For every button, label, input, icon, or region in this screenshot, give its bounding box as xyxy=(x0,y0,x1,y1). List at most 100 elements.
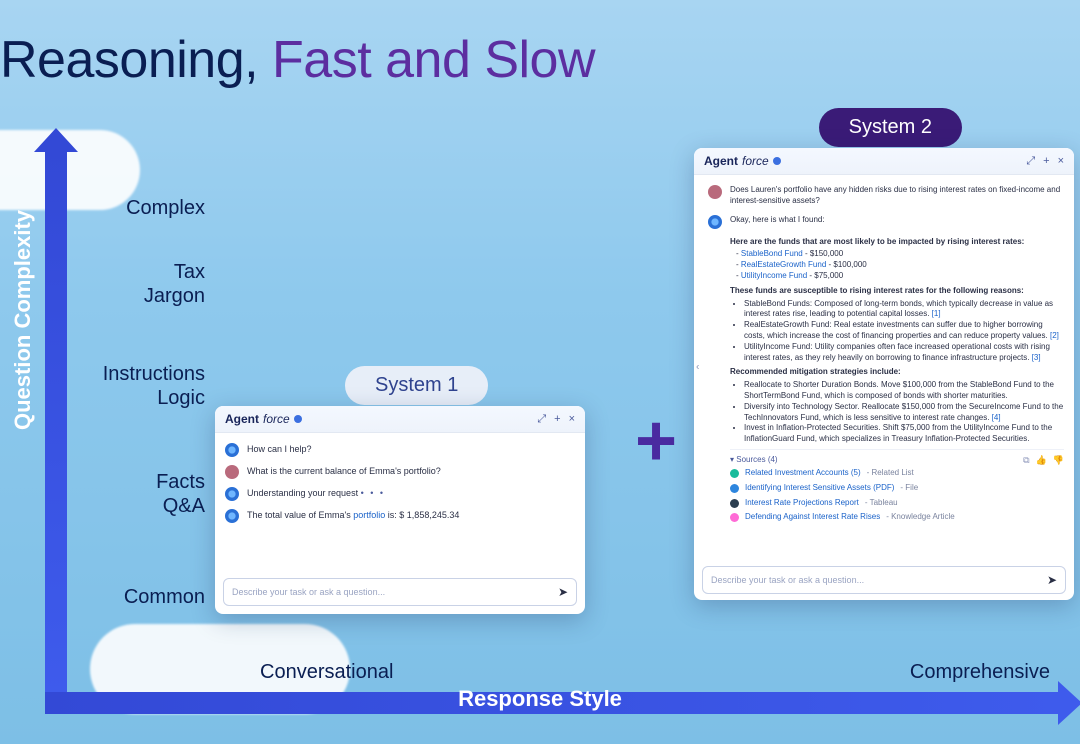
composer[interactable]: Describe your task or ask a question... … xyxy=(223,578,577,606)
section-heading: These funds are susceptible to rising in… xyxy=(730,286,1064,297)
source-type: - Knowledge Article xyxy=(886,512,954,523)
close-icon[interactable]: × xyxy=(569,413,575,426)
fund-amount: $150,000 xyxy=(810,249,843,258)
y-tick-common: Common xyxy=(75,585,205,609)
source-item[interactable]: Related Investment Accounts (5) - Relate… xyxy=(730,466,1064,481)
bot-message: How can I help? xyxy=(247,443,575,455)
chat-body: ‹ Does Lauren's portfolio have any hidde… xyxy=(694,175,1074,559)
source-name: Related Investment Accounts (5) xyxy=(745,468,861,479)
source-type: - Related List xyxy=(867,468,914,479)
x-axis-label: Response Style xyxy=(458,686,622,712)
system1-pill: System 1 xyxy=(345,366,488,405)
title-part2: Fast and Slow xyxy=(272,31,595,89)
panel-head-icons: ⤢ + × xyxy=(537,413,575,426)
portfolio-link[interactable]: portfolio xyxy=(353,510,385,520)
fund-link[interactable]: UtilityIncome Fund xyxy=(741,271,807,280)
msg-text: Understanding your request xyxy=(247,488,358,498)
source-item[interactable]: Defending Against Interest Rate Rises - … xyxy=(730,510,1064,525)
plus-small-icon[interactable]: + xyxy=(1043,155,1049,168)
fund-amount: $100,000 xyxy=(833,260,866,269)
y-axis-label: Question Complexity xyxy=(10,210,36,430)
source-item[interactable]: Interest Rate Projections Report - Table… xyxy=(730,496,1064,511)
sources-section: ▾ Sources (4) ⧉ 👍 👎 Related Investment A… xyxy=(730,449,1064,525)
bot-avatar-icon xyxy=(708,215,722,229)
feedback-icons: ⧉ 👍 👎 xyxy=(1023,454,1064,466)
list-item: UtilityIncome Fund: Utility companies of… xyxy=(744,342,1064,364)
copy-icon[interactable]: ⧉ xyxy=(1023,454,1029,466)
brand-dot-icon xyxy=(294,415,302,423)
fund-link[interactable]: RealEstateGrowth Fund xyxy=(741,260,826,269)
brand-dot-icon xyxy=(773,157,781,165)
user-avatar-icon xyxy=(225,465,239,479)
user-message: What is the current balance of Emma's po… xyxy=(247,465,575,477)
bot-intro: Okay, here is what I found: xyxy=(730,215,1064,226)
thumbs-up-icon[interactable]: 👍 xyxy=(1036,454,1047,466)
user-message: Does Lauren's portfolio have any hidden … xyxy=(730,185,1064,207)
plus-small-icon[interactable]: + xyxy=(554,413,560,426)
reason-text: StableBond Funds: Composed of long-term … xyxy=(744,299,1053,319)
send-icon[interactable]: ➤ xyxy=(558,585,568,599)
list-item: UtilityIncome Fund - $75,000 xyxy=(736,271,1064,282)
thumbs-down-icon[interactable]: 👎 xyxy=(1053,454,1064,466)
composer[interactable]: Describe your task or ask a question... … xyxy=(702,566,1066,594)
list-item: Reallocate to Shorter Duration Bonds. Mo… xyxy=(744,380,1064,402)
msg-text: is: $ 1,858,245.34 xyxy=(385,510,459,520)
sources-toggle[interactable]: ▾ Sources (4) xyxy=(730,455,778,466)
bot-message: The total value of Emma's portfolio is: … xyxy=(247,509,575,521)
system1-panel: Agent force ⤢ + × How can I help? What is… xyxy=(215,406,585,614)
plus-icon: + xyxy=(635,400,677,482)
strategy-text: Invest in Inflation-Protected Securities… xyxy=(744,423,1052,443)
collapse-chevron-icon[interactable]: ‹ xyxy=(696,362,699,373)
section-heading: Recommended mitigation strategies includ… xyxy=(730,367,1064,378)
citation-link[interactable]: [2] xyxy=(1050,331,1059,340)
brand-label: Agent force xyxy=(225,412,302,426)
strategy-text: Reallocate to Shorter Duration Bonds. Mo… xyxy=(744,380,1054,400)
y-tick-tax: TaxJargon xyxy=(75,260,205,308)
x-tick-comprehensive: Comprehensive xyxy=(910,661,1050,684)
page-title: Reasoning, Fast and Slow xyxy=(0,30,595,90)
section-heading: Here are the funds that are most likely … xyxy=(730,237,1064,248)
source-item[interactable]: Identifying Interest Sensitive Assets (P… xyxy=(730,481,1064,496)
msg-text: The total value of Emma's xyxy=(247,510,353,520)
panel-head-icons: ⤢ + × xyxy=(1026,155,1064,168)
citation-link[interactable]: [3] xyxy=(1032,353,1041,362)
bot-avatar-icon xyxy=(225,509,239,523)
bot-avatar-icon xyxy=(225,443,239,457)
chat-row: The total value of Emma's portfolio is: … xyxy=(225,505,575,527)
brand-suffix: force xyxy=(742,154,769,168)
sources-label: Sources (4) xyxy=(736,455,777,464)
brand-text: Agent xyxy=(225,412,259,426)
strategy-text: Diversify into Technology Sector. Reallo… xyxy=(744,402,1063,422)
reason-text: RealEstateGrowth Fund: Real estate inves… xyxy=(744,320,1048,340)
expand-icon[interactable]: ⤢ xyxy=(1026,155,1035,168)
user-avatar-icon xyxy=(708,185,722,199)
y-tick-instructions: InstructionsLogic xyxy=(75,362,205,410)
composer-placeholder: Describe your task or ask a question... xyxy=(711,575,864,585)
source-dot-icon xyxy=(730,484,739,493)
reasons-list: StableBond Funds: Composed of long-term … xyxy=(744,299,1064,364)
list-item: RealEstateGrowth Fund - $100,000 xyxy=(736,260,1064,271)
list-item: RealEstateGrowth Fund: Real estate inves… xyxy=(744,320,1064,342)
y-tick-complex: Complex xyxy=(75,196,205,220)
fund-link[interactable]: StableBond Fund xyxy=(741,249,803,258)
panel-header: Agentforce ⤢ + × xyxy=(694,148,1074,175)
chat-row: Understanding your request • • • xyxy=(225,483,575,505)
list-item: StableBond Funds: Composed of long-term … xyxy=(744,299,1064,321)
y-axis-arrow-icon xyxy=(45,150,67,695)
source-type: - Tableau xyxy=(865,498,898,509)
system2-panel: Agentforce ⤢ + × ‹ Does Lauren's portfol… xyxy=(694,148,1074,600)
chat-row: What is the current balance of Emma's po… xyxy=(225,461,575,483)
citation-link[interactable]: [4] xyxy=(992,413,1001,422)
source-type: - File xyxy=(900,483,918,494)
source-name: Defending Against Interest Rate Rises xyxy=(745,512,880,523)
bot-body: Here are the funds that are most likely … xyxy=(730,237,1064,526)
citation-link[interactable]: [1] xyxy=(932,309,941,318)
chat-body: How can I help? What is the current bala… xyxy=(215,433,585,533)
sources-header[interactable]: ▾ Sources (4) ⧉ 👍 👎 xyxy=(730,454,1064,466)
send-icon[interactable]: ➤ xyxy=(1047,573,1057,587)
brand-suffix: force xyxy=(263,412,290,426)
system2-pill: System 2 xyxy=(819,108,962,147)
close-icon[interactable]: × xyxy=(1058,155,1064,168)
strategies-list: Reallocate to Shorter Duration Bonds. Mo… xyxy=(744,380,1064,445)
expand-icon[interactable]: ⤢ xyxy=(537,413,546,426)
